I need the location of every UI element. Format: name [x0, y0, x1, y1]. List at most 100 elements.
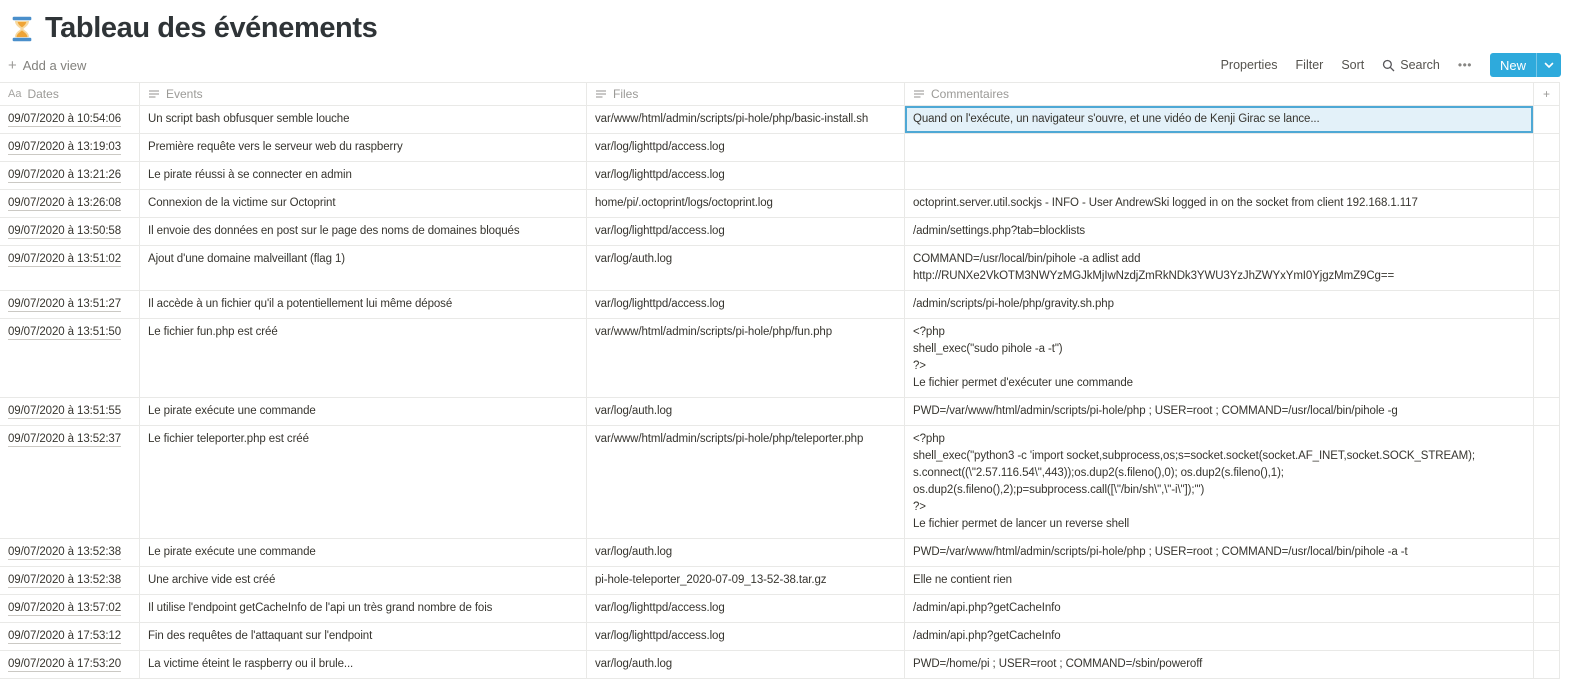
- date-cell[interactable]: 09/07/2020 à 13:26:08: [0, 190, 140, 217]
- add-property-button[interactable]: +: [1534, 83, 1560, 105]
- event-cell[interactable]: Ajout d'une domaine malveillant (flag 1): [140, 246, 587, 290]
- comment-cell[interactable]: /admin/api.php?getCacheInfo: [905, 623, 1534, 650]
- event-cell[interactable]: La victime éteint le raspberry ou il bru…: [140, 651, 587, 678]
- event-cell[interactable]: Le fichier fun.php est créé: [140, 319, 587, 397]
- row-spacer-cell: [1534, 651, 1560, 678]
- date-cell[interactable]: 09/07/2020 à 13:57:02: [0, 595, 140, 622]
- comment-cell[interactable]: PWD=/home/pi ; USER=root ; COMMAND=/sbin…: [905, 651, 1534, 678]
- search-icon: [1382, 59, 1395, 72]
- file-cell[interactable]: var/www/html/admin/scripts/pi-hole/php/t…: [587, 426, 905, 538]
- file-cell[interactable]: var/log/lighttpd/access.log: [587, 218, 905, 245]
- comment-cell[interactable]: [905, 134, 1534, 161]
- add-view-button[interactable]: + Add a view: [8, 58, 86, 73]
- column-header-commentaires[interactable]: Commentaires: [905, 83, 1534, 105]
- event-cell[interactable]: Fin des requêtes de l'attaquant sur l'en…: [140, 623, 587, 650]
- date-cell[interactable]: 09/07/2020 à 13:52:37: [0, 426, 140, 538]
- more-button[interactable]: •••: [1458, 58, 1472, 72]
- event-cell[interactable]: Une archive vide est créé: [140, 567, 587, 594]
- file-cell[interactable]: var/log/auth.log: [587, 539, 905, 566]
- filter-button[interactable]: Filter: [1296, 58, 1324, 72]
- comment-cell[interactable]: COMMAND=/usr/local/bin/pihole -a adlist …: [905, 246, 1534, 290]
- file-cell[interactable]: pi-hole-teleporter_2020-07-09_13-52-38.t…: [587, 567, 905, 594]
- file-cell[interactable]: var/log/lighttpd/access.log: [587, 623, 905, 650]
- row-spacer-cell: [1534, 539, 1560, 566]
- event-cell[interactable]: Un script bash obfusquer semble louche: [140, 106, 587, 133]
- event-cell[interactable]: Il envoie des données en post sur le pag…: [140, 218, 587, 245]
- file-cell[interactable]: var/www/html/admin/scripts/pi-hole/php/b…: [587, 106, 905, 133]
- comment-cell[interactable]: <?php shell_exec("sudo pihole -a -t") ?>…: [905, 319, 1534, 397]
- comment-cell[interactable]: /admin/api.php?getCacheInfo: [905, 595, 1534, 622]
- comment-cell[interactable]: octoprint.server.util.sockjs - INFO - Us…: [905, 190, 1534, 217]
- column-label: Files: [613, 87, 638, 101]
- column-label: Commentaires: [931, 87, 1009, 101]
- notion-page: Tableau des événements + Add a view Prop…: [0, 0, 1587, 679]
- file-cell[interactable]: var/log/lighttpd/access.log: [587, 134, 905, 161]
- date-cell[interactable]: 09/07/2020 à 13:51:27: [0, 291, 140, 318]
- properties-button[interactable]: Properties: [1221, 58, 1278, 72]
- event-cell[interactable]: Le fichier teleporter.php est créé: [140, 426, 587, 538]
- text-property-icon: [148, 88, 160, 100]
- column-label: Dates: [27, 87, 58, 101]
- event-cell[interactable]: Première requête vers le serveur web du …: [140, 134, 587, 161]
- row-spacer-cell: [1534, 134, 1560, 161]
- file-cell[interactable]: var/log/lighttpd/access.log: [587, 291, 905, 318]
- date-cell[interactable]: 09/07/2020 à 13:51:50: [0, 319, 140, 397]
- date-cell[interactable]: 09/07/2020 à 13:52:38: [0, 567, 140, 594]
- file-cell[interactable]: var/log/auth.log: [587, 246, 905, 290]
- date-cell[interactable]: 09/07/2020 à 17:53:20: [0, 651, 140, 678]
- text-property-icon: [595, 88, 607, 100]
- page-header: Tableau des événements: [0, 0, 1587, 50]
- file-cell[interactable]: var/www/html/admin/scripts/pi-hole/php/f…: [587, 319, 905, 397]
- table-row: 09/07/2020 à 17:53:20 La victime éteint …: [0, 651, 1560, 679]
- new-button[interactable]: New: [1490, 53, 1561, 77]
- hourglass-icon[interactable]: [8, 15, 36, 43]
- event-cell[interactable]: Le pirate exécute une commande: [140, 398, 587, 425]
- event-cell[interactable]: Le pirate exécute une commande: [140, 539, 587, 566]
- view-toolbar: + Add a view Properties Filter Sort Sear…: [0, 50, 1587, 82]
- event-cell[interactable]: Connexion de la victime sur Octoprint: [140, 190, 587, 217]
- comment-cell[interactable]: PWD=/var/www/html/admin/scripts/pi-hole/…: [905, 398, 1534, 425]
- comment-cell[interactable]: /admin/settings.php?tab=blocklists: [905, 218, 1534, 245]
- sort-button[interactable]: Sort: [1341, 58, 1364, 72]
- comment-cell[interactable]: /admin/scripts/pi-hole/php/gravity.sh.ph…: [905, 291, 1534, 318]
- events-table: Aa Dates Events Files: [0, 82, 1560, 679]
- file-cell[interactable]: var/log/auth.log: [587, 651, 905, 678]
- plus-icon: +: [8, 58, 17, 73]
- event-cell[interactable]: Il accède à un fichier qu'il a potentiel…: [140, 291, 587, 318]
- column-header-events[interactable]: Events: [140, 83, 587, 105]
- comment-cell[interactable]: PWD=/var/www/html/admin/scripts/pi-hole/…: [905, 539, 1534, 566]
- comment-cell[interactable]: Quand on l'exécute, un navigateur s'ouvr…: [905, 106, 1534, 133]
- chevron-down-icon[interactable]: [1537, 53, 1561, 77]
- column-label: Events: [166, 87, 203, 101]
- date-cell[interactable]: 09/07/2020 à 13:51:02: [0, 246, 140, 290]
- search-button[interactable]: Search: [1382, 58, 1440, 72]
- text-property-icon: [913, 88, 925, 100]
- date-cell[interactable]: 09/07/2020 à 13:21:26: [0, 162, 140, 189]
- row-spacer-cell: [1534, 162, 1560, 189]
- date-cell[interactable]: 09/07/2020 à 13:52:38: [0, 539, 140, 566]
- file-cell[interactable]: var/log/auth.log: [587, 398, 905, 425]
- date-cell[interactable]: 09/07/2020 à 13:19:03: [0, 134, 140, 161]
- event-cell[interactable]: Il utilise l'endpoint getCacheInfo de l'…: [140, 595, 587, 622]
- table-row: 09/07/2020 à 13:57:02 Il utilise l'endpo…: [0, 595, 1560, 623]
- file-cell[interactable]: var/log/lighttpd/access.log: [587, 162, 905, 189]
- event-cell[interactable]: Le pirate réussi à se connecter en admin: [140, 162, 587, 189]
- file-cell[interactable]: home/pi/.octoprint/logs/octoprint.log: [587, 190, 905, 217]
- column-header-files[interactable]: Files: [587, 83, 905, 105]
- table-row: 09/07/2020 à 13:51:55 Le pirate exécute …: [0, 398, 1560, 426]
- date-cell[interactable]: 09/07/2020 à 17:53:12: [0, 623, 140, 650]
- column-header-dates[interactable]: Aa Dates: [0, 83, 140, 105]
- comment-cell[interactable]: [905, 162, 1534, 189]
- comment-cell[interactable]: Elle ne contient rien: [905, 567, 1534, 594]
- row-spacer-cell: [1534, 106, 1560, 133]
- plus-icon: +: [1543, 87, 1550, 101]
- file-cell[interactable]: var/log/lighttpd/access.log: [587, 595, 905, 622]
- table-row: 09/07/2020 à 13:21:26 Le pirate réussi à…: [0, 162, 1560, 190]
- date-cell[interactable]: 09/07/2020 à 10:54:06: [0, 106, 140, 133]
- comment-cell[interactable]: <?php shell_exec("python3 -c 'import soc…: [905, 426, 1534, 538]
- table-header-row: Aa Dates Events Files: [0, 82, 1560, 106]
- date-cell[interactable]: 09/07/2020 à 13:50:58: [0, 218, 140, 245]
- date-cell[interactable]: 09/07/2020 à 13:51:55: [0, 398, 140, 425]
- row-spacer-cell: [1534, 291, 1560, 318]
- table-row: 09/07/2020 à 13:52:37 Le fichier telepor…: [0, 426, 1560, 539]
